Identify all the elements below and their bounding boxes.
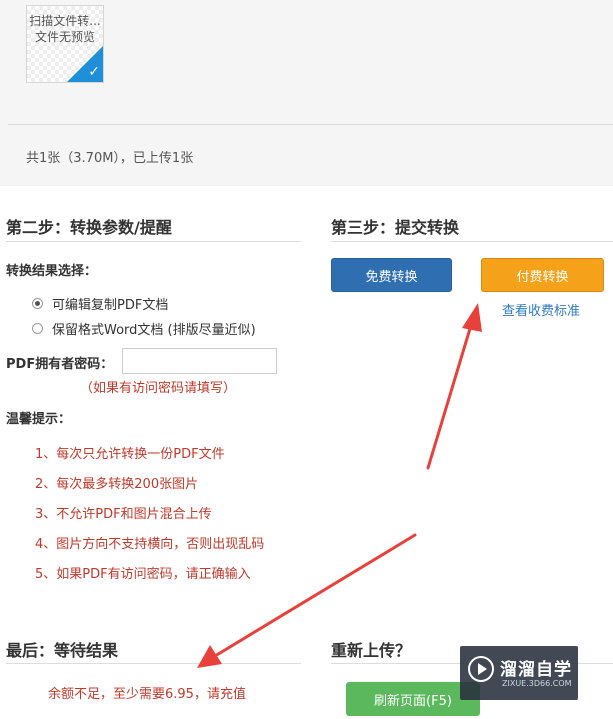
play-icon xyxy=(468,656,494,682)
watermark-title: 溜溜自学 xyxy=(500,660,572,680)
watermark-url: ZIXUE.3D66.COM xyxy=(502,679,572,688)
arrow-to-paid-button xyxy=(426,303,482,470)
annotation-arrows xyxy=(197,303,482,668)
watermark-logo: 溜溜自学 ZIXUE.3D66.COM xyxy=(460,646,578,700)
arrow-to-result xyxy=(197,533,417,668)
